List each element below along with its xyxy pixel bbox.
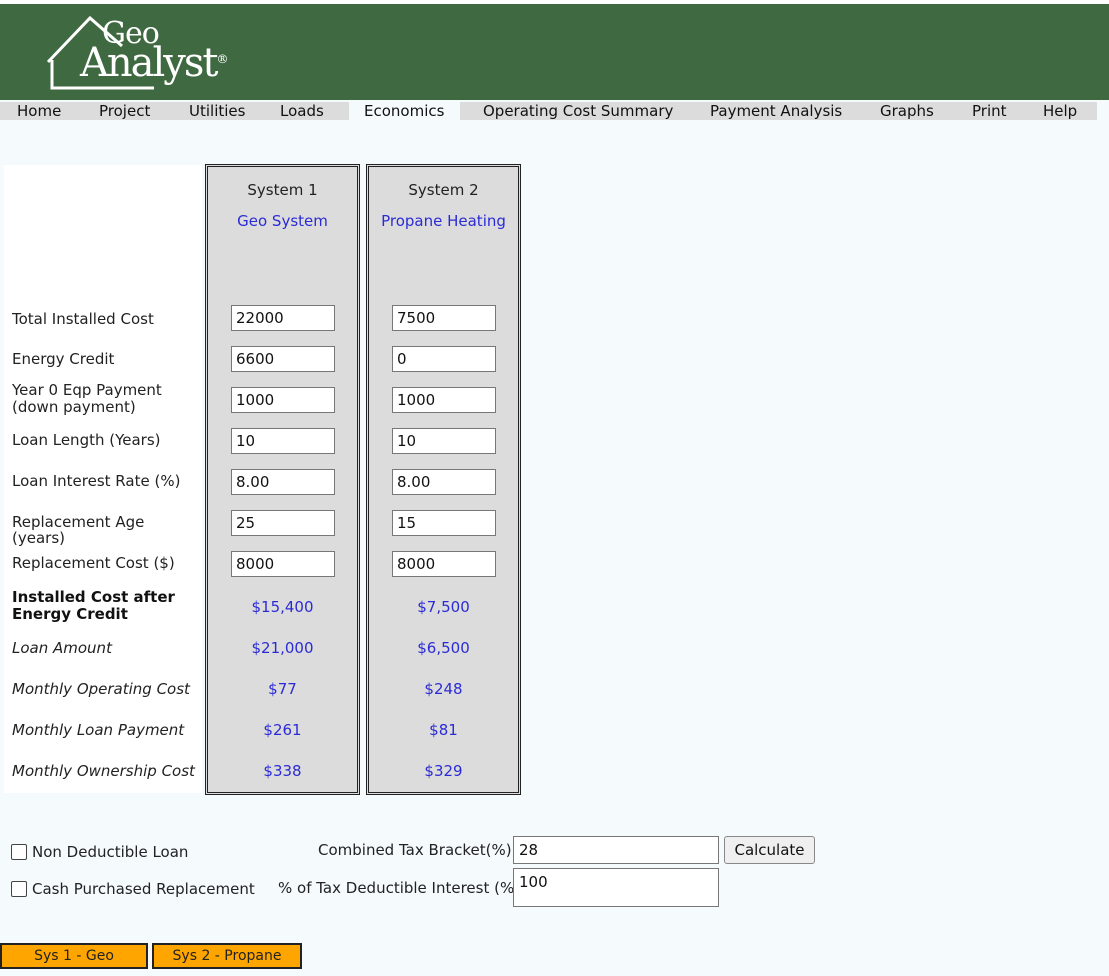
system-2-loan-length-input[interactable] — [392, 428, 496, 454]
system-2-installed-after-credit: $7,500 — [417, 598, 470, 616]
row-labels-panel: Total Installed Cost Energy Credit Year … — [4, 165, 202, 793]
logo-analyst-word: Analyst — [80, 40, 218, 86]
label-replacement-age: Replacement Age (years) — [12, 513, 145, 547]
system-1-year0-payment-input[interactable] — [231, 387, 335, 413]
label-monthly-loan-payment: Monthly Loan Payment — [12, 721, 185, 739]
header-banner: Geo Analyst® — [0, 4, 1109, 100]
tax-bracket-input[interactable] — [513, 836, 719, 864]
sys-1-geo-button[interactable]: Sys 1 - Geo — [0, 943, 148, 969]
nav-economics[interactable]: Economics — [349, 102, 461, 120]
system-1-installed-after-credit: $15,400 — [251, 598, 314, 616]
non-deductible-loan-label: Non Deductible Loan — [32, 843, 189, 861]
tax-bracket-label: Combined Tax Bracket(%) — [318, 841, 512, 859]
system-2-loan-interest-input[interactable] — [392, 469, 496, 495]
sys-2-propane-button[interactable]: Sys 2 - Propane — [152, 943, 302, 969]
system-2-column: System 2 Propane Heating $7,500 $6,500 $… — [366, 164, 521, 795]
system-1-replacement-age-input[interactable] — [231, 510, 335, 536]
label-loan-amount: Loan Amount — [12, 639, 112, 657]
label-year0-payment-line2: (down payment) — [12, 398, 136, 416]
nav-utilities[interactable]: Utilities — [189, 102, 245, 120]
label-year0-payment-line1: Year 0 Eqp Payment — [12, 381, 162, 399]
deductible-interest-input[interactable] — [513, 868, 719, 907]
system-1-loan-length-input[interactable] — [231, 428, 335, 454]
system-1-loan-interest-input[interactable] — [231, 469, 335, 495]
cash-purchased-replacement-checkbox[interactable] — [11, 881, 27, 897]
label-monthly-ownership-cost: Monthly Ownership Cost — [12, 762, 195, 780]
system-1-title: System 1 — [247, 181, 318, 199]
system-1-monthly-ownership-cost: $338 — [263, 762, 302, 780]
system-2-year0-payment-input[interactable] — [392, 387, 496, 413]
calculate-button[interactable]: Calculate — [724, 836, 815, 864]
label-loan-length: Loan Length (Years) — [12, 431, 161, 449]
system-2-monthly-ownership-cost: $329 — [424, 762, 463, 780]
system-1-energy-credit-input[interactable] — [231, 346, 335, 372]
label-total-installed-cost: Total Installed Cost — [12, 310, 154, 328]
label-installed-after-line2: Energy Credit — [12, 605, 128, 623]
label-loan-interest: Loan Interest Rate (%) — [12, 472, 181, 490]
system-1-column: System 1 Geo System $15,400 $21,000 $77 … — [205, 164, 360, 795]
non-deductible-loan-checkbox[interactable] — [11, 844, 27, 860]
system-1-replacement-cost-input[interactable] — [231, 551, 335, 577]
cash-purchased-replacement-row[interactable]: Cash Purchased Replacement — [11, 880, 255, 898]
system-1-monthly-loan-payment: $261 — [263, 721, 302, 739]
nav-edge — [1097, 102, 1109, 120]
system-2-energy-credit-input[interactable] — [392, 346, 496, 372]
system-1-name: Geo System — [237, 212, 328, 230]
system-2-total-installed-cost-input[interactable] — [392, 305, 496, 331]
label-replacement-cost: Replacement Cost ($) — [12, 554, 175, 572]
geoanalyst-logo[interactable]: Geo Analyst® — [44, 14, 234, 94]
deductible-interest-label: % of Tax Deductible Interest (%) — [278, 879, 521, 897]
registered-mark: ® — [216, 52, 229, 66]
nav-payment-analysis[interactable]: Payment Analysis — [710, 102, 842, 120]
system-2-loan-amount: $6,500 — [417, 639, 470, 657]
system-2-monthly-operating-cost: $248 — [424, 680, 463, 698]
system-2-title: System 2 — [408, 181, 479, 199]
system-2-monthly-loan-payment: $81 — [429, 721, 458, 739]
logo-analyst-text: Analyst® — [80, 40, 229, 86]
nav-loads[interactable]: Loads — [280, 102, 324, 120]
system-1-monthly-operating-cost: $77 — [268, 680, 297, 698]
label-monthly-operating-cost: Monthly Operating Cost — [12, 680, 190, 698]
nav-project[interactable]: Project — [99, 102, 150, 120]
label-installed-after-line1: Installed Cost after — [12, 588, 175, 606]
nav-operating-cost-summary[interactable]: Operating Cost Summary — [483, 102, 673, 120]
non-deductible-loan-row[interactable]: Non Deductible Loan — [11, 843, 188, 861]
nav-print[interactable]: Print — [972, 102, 1007, 120]
system-2-replacement-cost-input[interactable] — [392, 551, 496, 577]
system-1-loan-amount: $21,000 — [251, 639, 314, 657]
nav-help[interactable]: Help — [1043, 102, 1077, 120]
nav-bar: Home Project Utilities Loads Economics O… — [0, 102, 1109, 120]
system-2-replacement-age-input[interactable] — [392, 510, 496, 536]
label-energy-credit: Energy Credit — [12, 350, 115, 368]
system-2-name: Propane Heating — [381, 212, 506, 230]
nav-home[interactable]: Home — [17, 102, 61, 120]
cash-purchased-replacement-label: Cash Purchased Replacement — [32, 880, 255, 898]
nav-graphs[interactable]: Graphs — [880, 102, 934, 120]
system-1-total-installed-cost-input[interactable] — [231, 305, 335, 331]
